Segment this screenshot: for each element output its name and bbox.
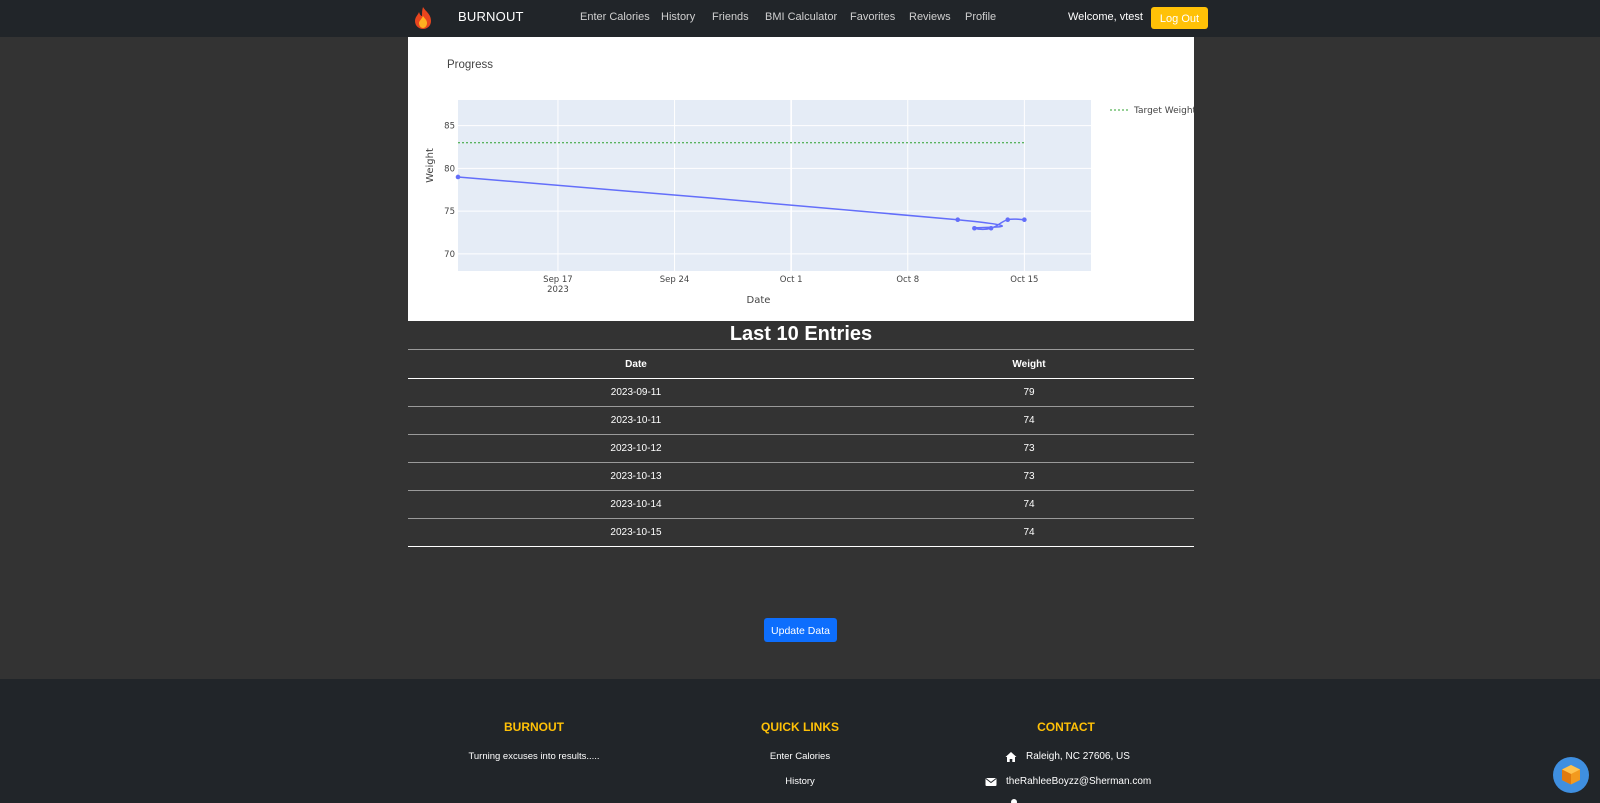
column-header-weight: Weight: [864, 349, 1194, 379]
weight-point: [955, 217, 961, 222]
cell-date: 2023-10-11: [408, 406, 864, 435]
y-tick-label: 80: [444, 164, 455, 174]
chat-widget-button[interactable]: [1553, 757, 1589, 793]
weight-point: [1022, 217, 1027, 222]
cell-weight: 79: [864, 378, 1194, 407]
nav-history[interactable]: History: [661, 11, 695, 23]
entries-table: Date Weight 2023-09-11 79 2023-10-11 74 …: [408, 349, 1194, 547]
nav-favorites[interactable]: Favorites: [850, 11, 895, 23]
nav-profile[interactable]: Profile: [965, 11, 996, 23]
cell-date: 2023-10-15: [408, 518, 864, 547]
logout-button[interactable]: Log Out: [1151, 7, 1208, 29]
footer-link-history[interactable]: History: [700, 776, 900, 787]
cell-weight: 74: [864, 518, 1194, 547]
cell-weight: 74: [864, 490, 1194, 519]
column-header-date: Date: [408, 349, 864, 379]
footer-brand-heading: BURNOUT: [504, 720, 564, 734]
contact-email-text[interactable]: theRahleeBoyzz@Sherman.com: [1006, 776, 1151, 787]
weight-point: [972, 225, 977, 231]
x-tick-label: Sep 17: [543, 275, 573, 285]
y-tick-label: 70: [444, 250, 455, 260]
update-data-button[interactable]: Update Data: [764, 618, 837, 642]
footer: BURNOUT Turning excuses into results....…: [0, 679, 1600, 803]
weight-point: [988, 225, 994, 231]
box-icon: [1562, 765, 1580, 785]
footer-quick-links-heading: QUICK LINKS: [761, 720, 839, 734]
x-tick-label: Oct 15: [1010, 275, 1038, 285]
y-tick-label: 85: [444, 122, 455, 132]
brand-name[interactable]: BURNOUT: [458, 9, 524, 24]
home-icon: [1005, 752, 1017, 762]
table-row: 2023-10-14 74: [408, 490, 1194, 519]
x-tick-label: Sep 24: [660, 275, 690, 285]
nav-reviews[interactable]: Reviews: [909, 11, 951, 23]
flame-icon[interactable]: [412, 6, 434, 30]
nav-bmi-calculator[interactable]: BMI Calculator: [765, 11, 837, 23]
table-row: 2023-09-11 79: [408, 378, 1194, 407]
legend-label-target-weight: Target Weight: [1133, 106, 1194, 116]
nav-friends[interactable]: Friends: [712, 11, 749, 23]
table-row: 2023-10-11 74: [408, 406, 1194, 435]
footer-contact-heading: CONTACT: [1037, 720, 1095, 734]
cell-date: 2023-10-12: [408, 434, 864, 463]
y-tick-label: 75: [444, 207, 455, 217]
cell-date: 2023-10-14: [408, 490, 864, 519]
cell-date: 2023-09-11: [408, 378, 864, 407]
welcome-text: Welcome, vtest: [1068, 11, 1143, 23]
footer-link-enter-calories[interactable]: Enter Calories: [700, 751, 900, 762]
weight-point: [1005, 217, 1011, 222]
phone-icon: [1011, 799, 1017, 803]
navbar: BURNOUT Enter Calories History Friends B…: [0, 0, 1600, 37]
table-row: 2023-10-13 73: [408, 462, 1194, 491]
nav-enter-calories[interactable]: Enter Calories: [580, 11, 650, 23]
cell-weight: 73: [864, 462, 1194, 491]
x-tick-label: Oct 8: [896, 275, 919, 285]
cell-weight: 74: [864, 406, 1194, 435]
x-tick-year-label: 2023: [547, 285, 569, 295]
y-axis-title: Weight: [425, 148, 436, 183]
cell-date: 2023-10-13: [408, 462, 864, 491]
entries-title: Last 10 Entries: [729, 323, 873, 345]
table-row: 2023-10-12 73: [408, 434, 1194, 463]
progress-chart: Progress Sep 17 2023 Sep 24 Oct 1 Oct 8 Oct 1…: [408, 37, 1194, 321]
table-header-row: Date Weight: [408, 349, 1194, 379]
chart-canvas[interactable]: Sep 172023 Sep 24 Oct 1 Oct 8 Oct 15 70 75 80 85…: [408, 37, 1194, 321]
footer-tagline: Turning excuses into results.....: [468, 751, 600, 762]
weight-point: [455, 174, 461, 180]
table-row: 2023-10-15 74: [408, 518, 1194, 547]
cell-weight: 73: [864, 434, 1194, 463]
contact-address-text: Raleigh, NC 27606, US: [1026, 751, 1130, 762]
x-tick-label: Oct 1: [780, 275, 803, 285]
x-axis-title: Date: [747, 295, 771, 306]
envelope-icon: [985, 778, 997, 786]
